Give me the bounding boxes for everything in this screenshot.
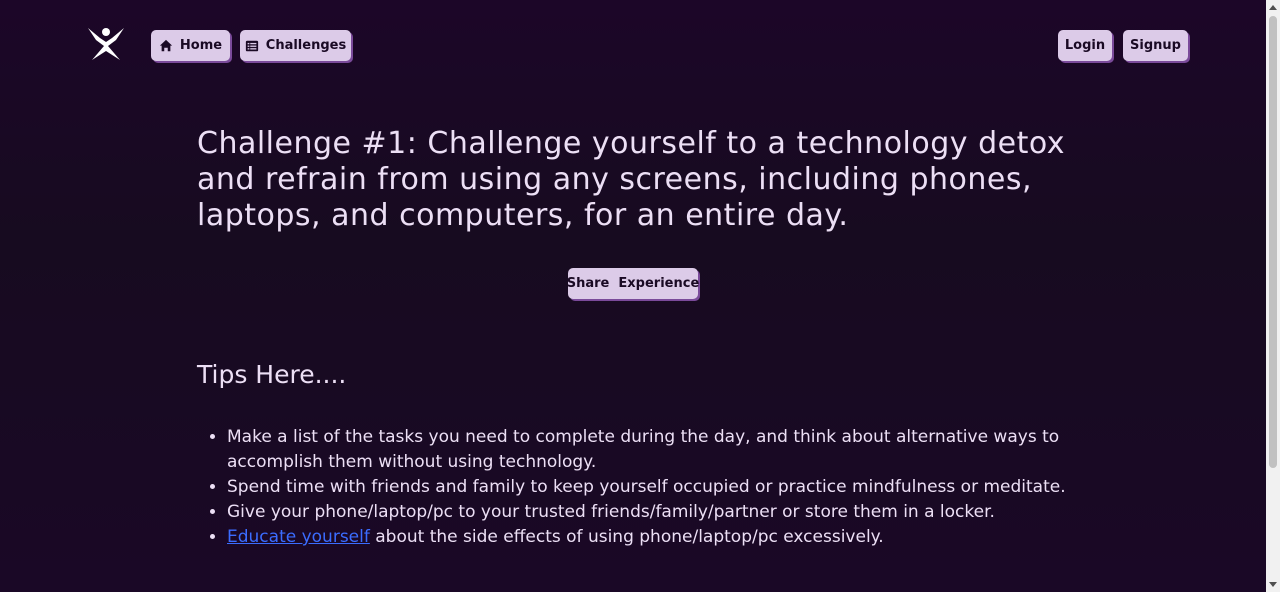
scroll-up-icon[interactable] xyxy=(1269,5,1277,10)
signup-label: Signup xyxy=(1130,38,1181,53)
challenges-button[interactable]: Challenges xyxy=(240,30,351,61)
home-icon xyxy=(159,39,173,51)
tips-heading: Tips Here.... xyxy=(197,360,347,389)
vertical-scrollbar[interactable] xyxy=(1266,0,1280,592)
navbar: Home Challenges Login Signup xyxy=(0,0,1266,90)
tip-item: Educate yourself about the side effects … xyxy=(227,525,1077,550)
scroll-down-icon[interactable] xyxy=(1269,582,1277,587)
tip-item: Make a list of the tasks you need to com… xyxy=(227,425,1077,475)
share-experience-label: Share Experience xyxy=(566,276,700,291)
tips-list: Make a list of the tasks you need to com… xyxy=(197,425,1077,550)
tip-item-text: about the side effects of using phone/la… xyxy=(369,527,884,547)
challenges-label: Challenges xyxy=(265,38,347,53)
tip-item: Give your phone/laptop/pc to your truste… xyxy=(227,500,1077,525)
home-label: Home xyxy=(179,38,223,53)
page: Home Challenges Login Signup Challenge #… xyxy=(0,0,1266,592)
challenge-title: Challenge #1: Challenge yourself to a te… xyxy=(197,126,1066,233)
list-icon xyxy=(245,40,258,51)
home-button[interactable]: Home xyxy=(151,30,230,61)
scroll-thumb[interactable] xyxy=(1269,16,1277,468)
tip-item: Spend time with friends and family to ke… xyxy=(227,475,1077,500)
educate-yourself-link[interactable]: Educate yourself xyxy=(227,527,370,547)
logo-icon[interactable] xyxy=(86,24,126,64)
login-label: Login xyxy=(1064,38,1106,53)
share-experience-button[interactable]: Share Experience xyxy=(566,268,700,299)
login-button[interactable]: Login xyxy=(1058,30,1112,61)
signup-button[interactable]: Signup xyxy=(1123,30,1188,61)
